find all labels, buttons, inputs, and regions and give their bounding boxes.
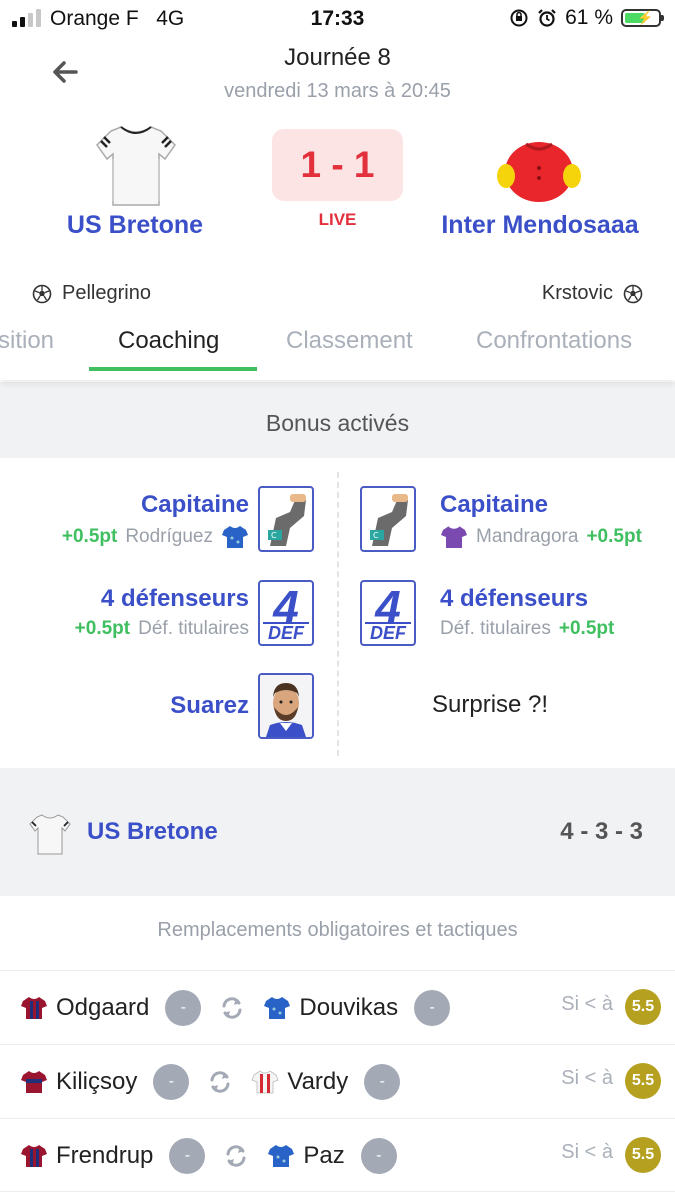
home-bonus-suarez-title: Suarez — [170, 692, 249, 719]
home-jersey-icon — [96, 126, 176, 206]
team-lineup-band[interactable]: US Bretone 4 - 3 - 3 — [0, 768, 675, 896]
player-in-name: Vardy — [287, 1067, 349, 1095]
player-jersey-icon — [222, 526, 248, 548]
player-in-name: Paz — [303, 1141, 345, 1169]
replacement-condition: Si < à — [561, 1141, 613, 1163]
home-team-name[interactable]: US Bretone — [40, 211, 230, 240]
home-bonus-defenders-title: 4 défenseurs — [100, 585, 249, 612]
player-jersey-icon — [251, 1070, 279, 1093]
player-in-name: Douvikas — [299, 993, 399, 1021]
defenders-bonus-card: 4 DEF — [360, 580, 416, 646]
battery-percent: 61 % — [565, 6, 613, 29]
player-jersey-icon — [441, 525, 467, 548]
player-in-grade: - — [364, 1063, 401, 1100]
home-bonus-captain-detail: +0.5pt Rodríguez — [62, 524, 249, 550]
orientation-lock-icon — [510, 9, 528, 27]
player-jersey-icon — [264, 996, 291, 1019]
away-scorer: Krstovic — [542, 282, 643, 305]
player-out-name: Frendrup — [56, 1141, 154, 1169]
away-bonus-defenders-detail: Déf. titulaires +0.5pt — [440, 618, 615, 639]
replacement-condition: Si < à — [561, 1067, 613, 1089]
away-bonus-defenders-title: 4 défenseurs — [440, 585, 589, 612]
swap-icon[interactable] — [223, 1143, 249, 1169]
away-bonus-captain-title: Capitaine — [440, 491, 549, 518]
replacement-condition: Si < à — [561, 993, 613, 1015]
round-title: Journée 8 — [284, 44, 391, 71]
soccer-ball-icon — [32, 284, 52, 303]
away-bonus-surprise: Surprise ?! — [432, 691, 549, 718]
threshold-badge[interactable]: 5.5 — [625, 1063, 661, 1099]
away-bonus-captain-detail: Mandragora +0.5pt — [440, 524, 642, 550]
player-jersey-icon — [21, 1144, 47, 1167]
swap-icon[interactable] — [219, 995, 245, 1021]
defenders-bonus-card: 4 DEF — [258, 580, 314, 646]
soccer-ball-icon — [623, 284, 643, 303]
home-bonus-captain-title: Capitaine — [140, 491, 249, 518]
team-jersey-icon — [29, 814, 71, 855]
player-out-grade: - — [169, 1137, 206, 1174]
active-tab-indicator — [89, 367, 257, 371]
player-in-grade: - — [414, 989, 451, 1026]
suarez-bonus-card — [258, 673, 314, 739]
player-jersey-icon — [21, 996, 47, 1019]
home-bonus-defenders-detail: +0.5pt Déf. titulaires — [74, 618, 249, 639]
away-team-name[interactable]: Inter Mendosaaa — [425, 211, 655, 240]
tab-bar: sition Coaching Classement Confrontation… — [0, 310, 675, 380]
home-scorer: Pellegrino — [32, 282, 151, 305]
tab-confrontations[interactable]: Confrontations — [476, 327, 632, 355]
player-out-name: Kiliçsoy — [56, 1067, 138, 1095]
threshold-badge[interactable]: 5.5 — [625, 989, 661, 1025]
replacement-row[interactable]: Kiliçsoy - Vardy - Si < à 5.5 — [0, 1044, 675, 1118]
replacement-row[interactable]: Frendrup - Paz - Si < à 5.5 — [0, 1118, 675, 1192]
team-band-name: US Bretone — [87, 818, 218, 845]
live-badge: LIVE — [318, 210, 357, 229]
status-bar: Orange F 4G 17:33 61 % ⚡ — [0, 0, 675, 38]
player-jersey-icon — [268, 1144, 295, 1167]
svg-text:C: C — [373, 531, 379, 540]
player-in-grade: - — [360, 1137, 397, 1174]
replacements-heading: Remplacements obligatoires et tactiques — [157, 919, 518, 941]
bonus-divider — [337, 472, 339, 756]
away-jersey-icon — [497, 142, 581, 202]
captain-arm-icon: C — [268, 494, 306, 546]
list-divider — [0, 1191, 675, 1192]
suarez-portrait-icon — [260, 675, 312, 737]
team-formation: 4 - 3 - 3 — [560, 818, 643, 845]
battery-icon: ⚡ — [621, 9, 664, 27]
player-out-grade: - — [165, 989, 202, 1026]
tab-classement[interactable]: Classement — [286, 327, 413, 355]
bonus-section-header: Bonus activés — [0, 382, 675, 458]
threshold-badge[interactable]: 5.5 — [625, 1137, 661, 1173]
tab-composition[interactable]: sition — [0, 327, 54, 355]
match-date: vendredi 13 mars à 20:45 — [224, 80, 451, 102]
svg-text:C: C — [271, 531, 277, 540]
alarm-icon — [538, 9, 556, 27]
swap-icon[interactable] — [207, 1069, 233, 1095]
captain-arm-icon: C — [370, 494, 408, 546]
player-out-name: Odgaard — [56, 993, 150, 1021]
player-jersey-icon — [21, 1070, 47, 1093]
replacement-row[interactable]: Odgaard - Douvikas - Si < à 5.5 — [0, 970, 675, 1044]
tab-coaching[interactable]: Coaching — [118, 327, 219, 355]
player-out-grade: - — [153, 1063, 190, 1100]
captain-bonus-card: C — [360, 486, 416, 552]
score-display: 1 - 1 — [272, 129, 403, 201]
captain-bonus-card: C — [258, 486, 314, 552]
